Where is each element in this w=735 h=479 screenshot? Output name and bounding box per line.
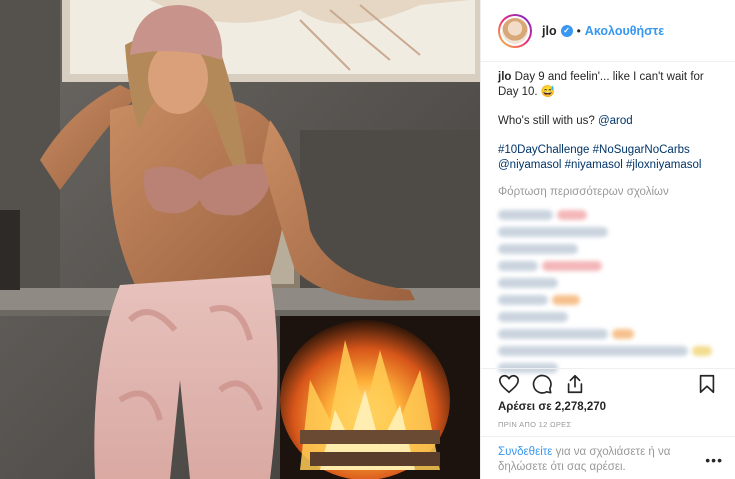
post-photo[interactable] — [0, 0, 480, 479]
list-item — [498, 274, 723, 291]
list-item — [498, 308, 723, 325]
caption-text: Day 9 and feelin'... like I can't wait f… — [498, 71, 704, 98]
avatar-image — [502, 17, 528, 44]
list-item — [498, 325, 723, 342]
list-item — [498, 206, 723, 223]
post-image — [0, 0, 480, 479]
avatar-ring — [500, 15, 530, 46]
caption-hashtags-2: @niyamasol #niyamasol #jloxniyamasol — [498, 158, 723, 173]
list-item — [498, 257, 723, 274]
post-timestamp[interactable]: ΠΡΙΝ ΑΠΟ 12 ΩΡΕΣ — [498, 420, 571, 429]
caption-hashtags-1: #10DayChallenge #NoSugarNoCarbs — [498, 143, 723, 158]
mention-link[interactable]: @niyamasol — [498, 159, 561, 171]
list-item — [498, 291, 723, 308]
instagram-post: jlo ✓ • Ακολουθήστε jlo Day 9 and feelin… — [0, 0, 735, 479]
bookmark-icon[interactable] — [696, 373, 718, 395]
list-item — [498, 240, 723, 257]
verified-badge-icon: ✓ — [560, 24, 573, 37]
blurred-comments — [498, 206, 723, 376]
action-bar — [481, 368, 735, 398]
heart-icon[interactable] — [498, 373, 520, 395]
follow-button[interactable]: Ακολουθήστε — [585, 24, 664, 38]
caption-line-2: Who's still with us? @arod — [498, 114, 723, 129]
hashtag-link[interactable]: #jloxniyamasol — [626, 159, 701, 171]
caption-spacer-2 — [498, 129, 723, 143]
hashtag-link[interactable]: #10DayChallenge — [498, 144, 589, 156]
mention-link[interactable]: @arod — [598, 115, 633, 127]
load-more-comments-button[interactable]: Φόρτωση περισσότερων σχολίων — [498, 185, 723, 200]
avatar[interactable] — [498, 13, 532, 48]
comments-section: jlo Day 9 and feelin'... like I can't wa… — [498, 70, 723, 376]
caption-question: Who's still with us? — [498, 115, 598, 127]
caption-username[interactable]: jlo — [498, 71, 511, 83]
likes-count[interactable]: Αρέσει σε 2,278,270 — [498, 401, 606, 413]
hashtag-link[interactable]: #niyamasol — [565, 159, 623, 171]
caption: jlo Day 9 and feelin'... like I can't wa… — [498, 70, 723, 173]
comment-icon[interactable] — [531, 373, 553, 395]
login-link[interactable]: Συνδεθείτε — [498, 446, 552, 458]
post-header: jlo ✓ • Ακολουθήστε — [481, 0, 735, 62]
list-item — [498, 342, 723, 359]
login-prompt: Συνδεθείτε για να σχολιάσετε ή να δηλώσε… — [481, 436, 735, 475]
share-icon[interactable] — [564, 373, 586, 395]
more-options-icon[interactable]: ••• — [705, 452, 723, 468]
header-separator: • — [576, 23, 581, 38]
hashtag-link[interactable]: #NoSugarNoCarbs — [593, 144, 690, 156]
header-username[interactable]: jlo — [542, 24, 557, 38]
caption-line-1: jlo Day 9 and feelin'... like I can't wa… — [498, 70, 723, 100]
list-item — [498, 223, 723, 240]
post-sidebar: jlo ✓ • Ακολουθήστε jlo Day 9 and feelin… — [480, 0, 735, 479]
